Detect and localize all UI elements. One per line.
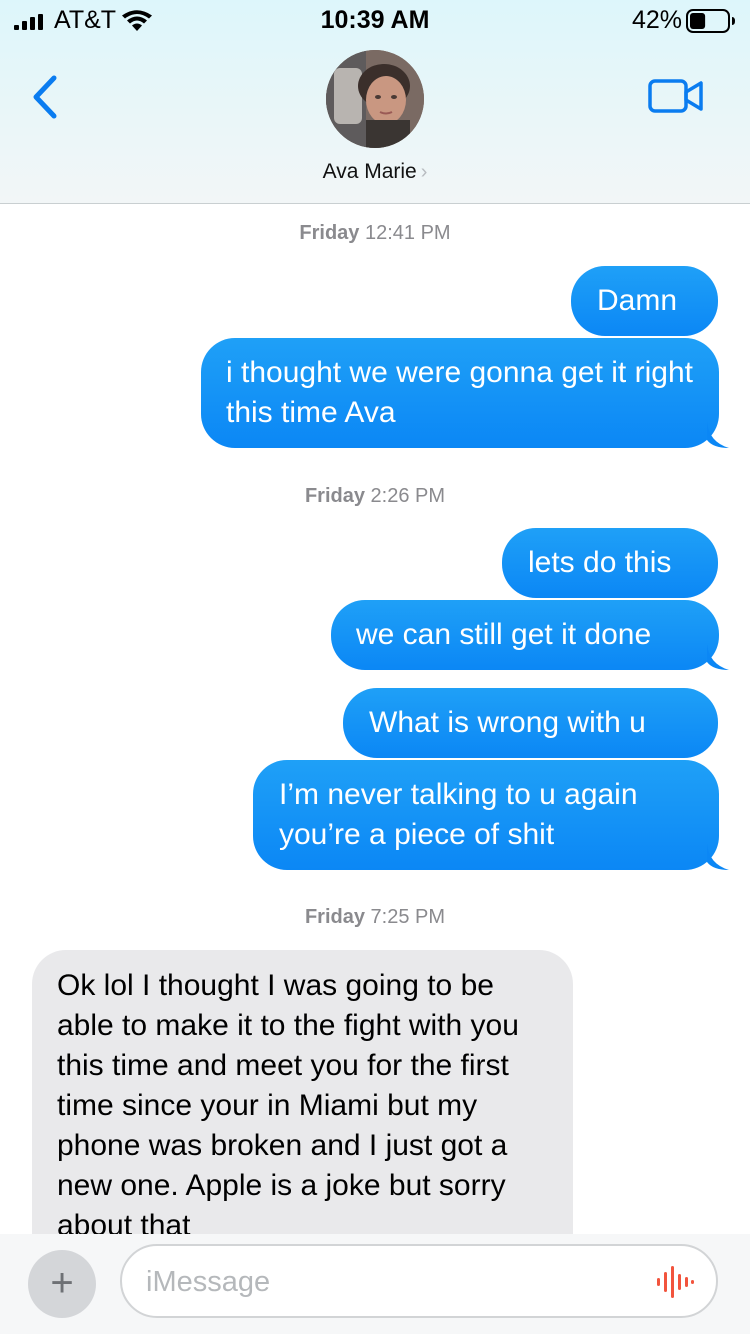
message-text: I’m never talking to u again you’re a pi… [279,778,638,851]
message-text: What is wrong with u [369,706,646,739]
message-bubble-outgoing[interactable]: lets do this [502,528,718,598]
message-text: Damn [597,284,678,317]
timestamp-day: Friday [304,485,365,507]
conversation-header: AT&T 10:39 AM 42% Ava Marie › [0,0,750,204]
message-text: Ok lol I thought I was going to be able … [57,969,519,1242]
battery-percent: 42% [631,6,682,34]
timestamp: Friday 7:25 PM [0,906,750,929]
message-text: lets do this [528,546,672,579]
bubble-tail [707,844,729,870]
battery-icon [686,9,735,33]
timestamp-day: Friday [299,222,360,244]
message-composer: + [0,1234,750,1334]
chevron-right-icon: › [420,161,428,183]
back-button[interactable] [28,74,62,120]
message-bubble-outgoing[interactable]: we can still get it done [331,600,729,670]
message-bubble-outgoing[interactable]: i thought we were gonna get it right thi… [201,338,729,448]
contact-name-button[interactable]: Ava Marie › [0,160,750,184]
contact-name: Ava Marie [322,160,417,183]
timestamp: Friday 2:26 PM [0,485,750,508]
message-field[interactable] [120,1244,718,1318]
message-text: i thought we were gonna get it right thi… [226,356,693,429]
imessage-input[interactable] [146,1260,626,1304]
video-call-button[interactable] [648,78,704,114]
message-bubble-outgoing[interactable]: I’m never talking to u again you’re a pi… [253,760,729,870]
message-bubble-outgoing[interactable]: What is wrong with u [343,688,718,758]
timestamp-time: 12:41 PM [364,222,451,244]
message-text: we can still get it done [356,618,652,651]
timestamp-day: Friday [304,906,365,928]
apps-plus-button[interactable]: + [28,1250,96,1318]
message-bubble-incoming[interactable]: Ok lol I thought I was going to be able … [32,950,573,1280]
message-bubble-outgoing[interactable]: Damn [571,266,718,336]
timestamp-time: 7:25 PM [370,906,446,928]
audio-waveform-icon[interactable] [656,1266,694,1298]
timestamp: Friday 12:41 PM [0,222,750,245]
status-bar: AT&T 10:39 AM 42% [0,0,750,42]
timestamp-time: 2:26 PM [370,485,446,507]
bubble-tail [707,422,729,448]
bubble-tail [707,644,729,670]
avatar-photo [326,50,424,148]
contact-avatar[interactable] [326,50,424,148]
